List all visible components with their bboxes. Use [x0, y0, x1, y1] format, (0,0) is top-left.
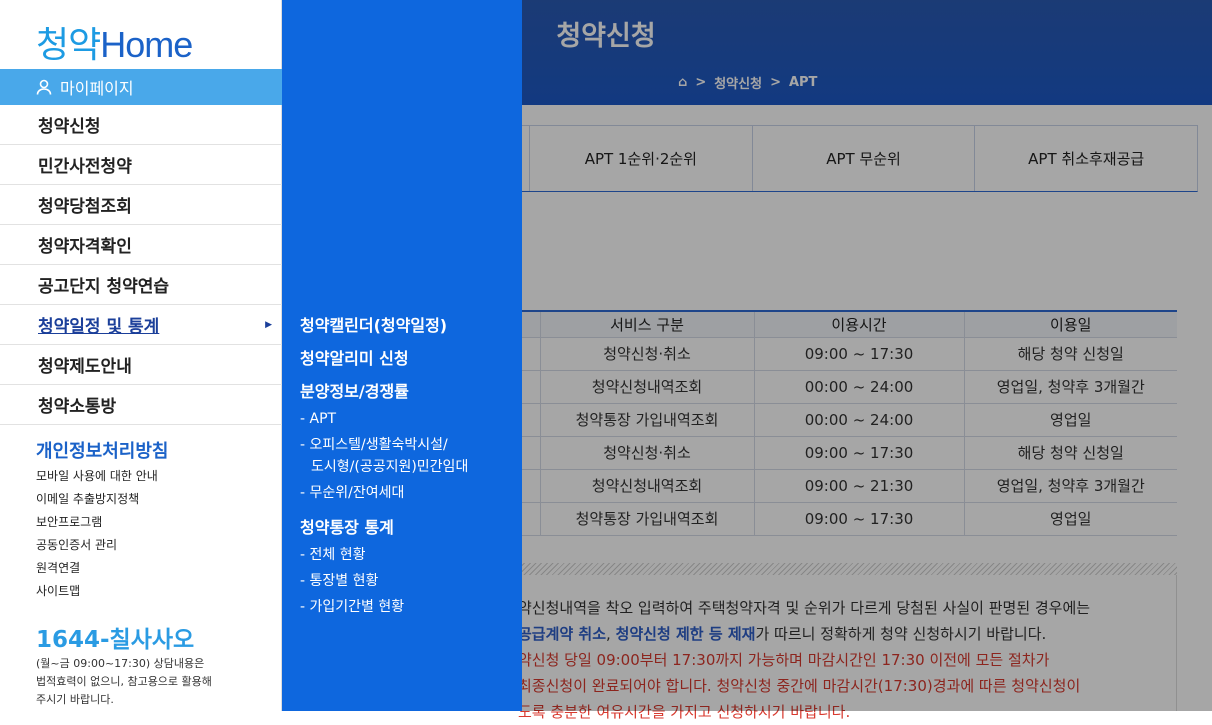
table-row: 청약통장 가입내역조회 00:00 ~ 24:00 영업일 — [507, 403, 1177, 437]
submenu-link-by-account[interactable]: - 통장별 현황 — [300, 570, 378, 592]
breadcrumb-item[interactable]: 청약신청 — [714, 73, 762, 92]
breadcrumb-separator: > — [770, 75, 781, 90]
notice-divider — [507, 563, 1177, 575]
table-header: 이용일 — [964, 310, 1177, 338]
table-row: 청약신청·취소 09:00 ~ 17:30 해당 청약 신청일 — [507, 436, 1177, 470]
table-cell: 영업일 — [964, 403, 1177, 437]
sidebar-item-pre-apply[interactable]: 민간사전청약 — [0, 145, 282, 185]
table-cell: 해당 청약 신청일 — [964, 436, 1177, 470]
table-cell: 00:00 ~ 24:00 — [754, 370, 965, 404]
table-row: 청약통장 가입내역조회 09:00 ~ 17:30 영업일 — [507, 502, 1177, 536]
table-header: 서비스 구분 — [540, 310, 755, 338]
user-icon — [36, 79, 52, 95]
table-cell: 해당 청약 신청일 — [964, 337, 1177, 371]
privacy-policy-link[interactable]: 개인정보처리방침 — [36, 437, 168, 463]
submenu-link-by-period[interactable]: - 가입기간별 현황 — [300, 596, 404, 618]
sidebar-item-system-guide[interactable]: 청약제도안내 — [0, 345, 282, 385]
tab-apt-rank[interactable]: APT 1순위·2순위 — [529, 126, 752, 191]
submenu-flyout: 청약캘린더(청약일정) 청약알리미 신청 분양정보/경쟁률 - APT - 오피… — [282, 0, 522, 711]
tab-apt-unranked[interactable]: APT 무순위 — [751, 126, 975, 191]
notice-text: , — [606, 625, 616, 643]
footer-link[interactable]: 모바일 사용에 대한 안내 — [36, 467, 158, 484]
footer-link[interactable]: 사이트맵 — [36, 582, 80, 599]
table-cell: 청약신청내역조회 — [540, 370, 755, 404]
table-cell: 영업일 — [964, 502, 1177, 536]
notice-emphasis: 공급계약 취소 — [518, 625, 607, 643]
table-cell: 청약신청·취소 — [540, 337, 755, 371]
notice-line: 약신청내역을 착오 입력하여 주택청약자격 및 순위가 다르게 당첨된 사실이 … — [518, 599, 1091, 617]
footer-link[interactable]: 보안프로그램 — [36, 513, 102, 530]
table-cell: 09:00 ~ 21:30 — [754, 469, 965, 503]
table-cell: 영업일, 청약후 3개월간 — [964, 469, 1177, 503]
table-cell: 청약통장 가입내역조회 — [540, 502, 755, 536]
notice-warning-line: 도록 충분한 여유시간을 가지고 신청하시기 바랍니다. — [518, 703, 851, 721]
submenu-link-officetel-cont[interactable]: 도시형/(공공지원)민간임대 — [311, 456, 468, 478]
table-row: 청약신청·취소 09:00 ~ 17:30 해당 청약 신청일 — [507, 337, 1177, 371]
sidebar-item-apply[interactable]: 청약신청 — [0, 105, 282, 145]
logo-text: 청약 — [36, 24, 101, 65]
table-header-row: 서비스 구분 이용시간 이용일 — [507, 310, 1177, 338]
call-center-note: 법적효력이 없으니, 참고용으로 활용해 — [36, 675, 212, 688]
call-center-note: 주시기 바랍니다. — [36, 693, 114, 706]
breadcrumb-item[interactable]: APT — [789, 75, 817, 90]
sidebar-menu: 청약Home 마이페이지 청약신청 민간사전청약 청약당첨조회 청약자격확인 공… — [0, 0, 282, 711]
mypage-button[interactable]: 마이페이지 — [0, 69, 282, 105]
service-hours-table: 서비스 구분 이용시간 이용일 청약신청·취소 09:00 ~ 17:30 해당 청… — [507, 310, 1177, 536]
chevron-right-icon: ▶ — [265, 319, 272, 330]
table-header: 이용시간 — [754, 310, 965, 338]
mypage-label: 마이페이지 — [60, 79, 134, 98]
footer-link[interactable]: 공동인증서 관리 — [36, 536, 117, 553]
table-cell: 09:00 ~ 17:30 — [754, 502, 965, 536]
sidebar-item-practice[interactable]: 공고단지 청약연습 — [0, 265, 282, 305]
sidebar-item-label: 청약일정 및 통계 — [38, 317, 160, 337]
submenu-alert-signup[interactable]: 청약알리미 신청 — [300, 345, 409, 369]
call-center-note: (월~금 09:00~17:30) 상담내용은 — [36, 657, 205, 670]
submenu-link-unranked[interactable]: - 무순위/잔여세대 — [300, 482, 404, 504]
footer-link[interactable]: 원격연결 — [36, 559, 80, 576]
tab-bar: APT 1순위·2순위 APT 무순위 APT 취소후재공급 — [507, 125, 1198, 192]
table-cell: 09:00 ~ 17:30 — [754, 337, 965, 371]
logo-subtext: Home — [100, 24, 193, 65]
home-icon[interactable]: ⌂ — [678, 75, 687, 90]
call-center-number: 1644-칠사사오 — [36, 627, 195, 653]
submenu-sales-info[interactable]: 분양정보/경쟁률 — [300, 378, 409, 402]
submenu-link-apt[interactable]: - APT — [300, 408, 336, 430]
table-cell: 00:00 ~ 24:00 — [754, 403, 965, 437]
table-cell: 영업일, 청약후 3개월간 — [964, 370, 1177, 404]
submenu-link-officetel[interactable]: - 오피스텔/생활숙박시설/ — [300, 434, 448, 456]
notice-line: 공급계약 취소, 청약신청 제한 등 제재가 따르니 정확하게 청약 신청하시기… — [508, 621, 1176, 647]
sidebar-item-schedule[interactable]: 청약일정 및 통계 ▶ — [0, 305, 282, 345]
table-cell: 청약신청내역조회 — [540, 469, 755, 503]
submenu-account-stats[interactable]: 청약통장 통계 — [300, 514, 394, 538]
notice-warning-line: 약신청 당일 09:00부터 17:30까지 가능하며 마감시간인 17:30 … — [518, 651, 1050, 669]
breadcrumb-separator: > — [695, 75, 707, 90]
tab-apt-resupply[interactable]: APT 취소후재공급 — [974, 126, 1198, 191]
notice-text: 가 따르니 정확하게 청약 신청하시기 바랍니다. — [755, 625, 1047, 643]
submenu-link-total[interactable]: - 전체 현황 — [300, 544, 365, 566]
notice-box: 약신청내역을 착오 입력하여 주택청약자격 및 순위가 다르게 당첨된 사실이 … — [507, 575, 1177, 721]
sidebar-item-community[interactable]: 청약소통방 — [0, 385, 282, 425]
site-logo[interactable]: 청약Home — [36, 16, 193, 68]
sidebar-item-winner-check[interactable]: 청약당첨조회 — [0, 185, 282, 225]
breadcrumb: ⌂ > 청약신청 > APT — [678, 73, 817, 92]
notice-emphasis: 청약신청 제한 등 제재 — [615, 625, 756, 643]
notice-warning-line: 최종신청이 완료되어야 합니다. 청약신청 중간에 마감시간(17:30)경과에… — [518, 677, 1081, 695]
table-cell: 청약신청·취소 — [540, 436, 755, 470]
footer-link[interactable]: 이메일 추출방지정책 — [36, 490, 139, 507]
table-cell: 09:00 ~ 17:30 — [754, 436, 965, 470]
table-row: 청약신청내역조회 00:00 ~ 24:00 영업일, 청약후 3개월간 — [507, 370, 1177, 404]
submenu-calendar[interactable]: 청약캘린더(청약일정) — [300, 312, 447, 336]
table-cell: 청약통장 가입내역조회 — [540, 403, 755, 437]
sidebar-item-eligibility[interactable]: 청약자격확인 — [0, 225, 282, 265]
table-row: 청약신청내역조회 09:00 ~ 21:30 영업일, 청약후 3개월간 — [507, 469, 1177, 503]
